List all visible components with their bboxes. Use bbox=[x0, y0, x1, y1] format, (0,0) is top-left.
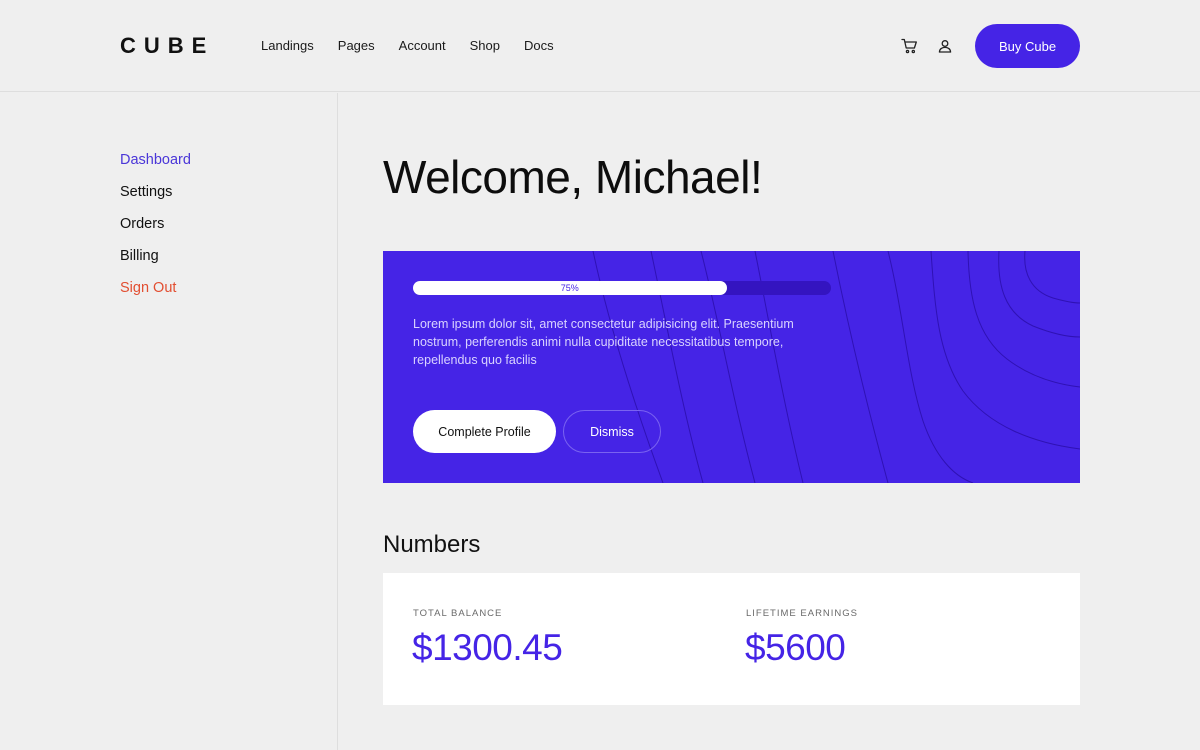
dismiss-button[interactable]: Dismiss bbox=[563, 410, 661, 453]
banner-description: Lorem ipsum dolor sit, amet consectetur … bbox=[413, 317, 794, 367]
main-nav: Landings Pages Account Shop Docs bbox=[261, 38, 578, 53]
nav-item-docs[interactable]: Docs bbox=[524, 38, 554, 53]
lifetime-earnings-label: LIFETIME EARNINGS bbox=[746, 608, 859, 619]
buy-cube-button[interactable]: Buy Cube bbox=[975, 24, 1080, 68]
total-balance-label: TOTAL BALANCE bbox=[413, 608, 503, 619]
sidebar-item-sign-out[interactable]: Sign Out bbox=[120, 280, 176, 296]
complete-profile-button[interactable]: Complete Profile bbox=[413, 410, 556, 453]
nav-item-shop[interactable]: Shop bbox=[470, 38, 500, 53]
sidebar-item-dashboard[interactable]: Dashboard bbox=[120, 152, 191, 168]
brand-logo[interactable]: CUBE bbox=[120, 33, 214, 59]
cart-icon[interactable] bbox=[899, 36, 919, 56]
nav-item-pages[interactable]: Pages bbox=[338, 38, 375, 53]
progress-label: 75% bbox=[560, 283, 579, 293]
sidebar-item-orders[interactable]: Orders bbox=[120, 216, 164, 232]
top-header: CUBE Landings Pages Account Shop Docs Bu… bbox=[0, 0, 1200, 92]
numbers-heading: Numbers bbox=[383, 531, 481, 558]
sidebar-item-billing[interactable]: Billing bbox=[120, 248, 159, 264]
nav-item-account[interactable]: Account bbox=[399, 38, 446, 53]
lifetime-earnings-value: $5600 bbox=[745, 627, 846, 668]
total-balance-value: $1300.45 bbox=[412, 627, 563, 668]
user-icon[interactable] bbox=[935, 36, 955, 56]
page-title: Welcome, Michael! bbox=[383, 151, 763, 203]
sidebar: Dashboard Settings Orders Billing Sign O… bbox=[0, 93, 338, 750]
profile-progress-bar: 75% bbox=[413, 281, 831, 295]
numbers-card: TOTAL BALANCE $1300.45 LIFETIME EARNINGS… bbox=[383, 573, 1080, 705]
profile-completion-banner: 75% Lorem ipsum dolor sit, amet consecte… bbox=[383, 251, 1080, 483]
sidebar-item-settings[interactable]: Settings bbox=[120, 184, 172, 200]
nav-item-landings[interactable]: Landings bbox=[261, 38, 314, 53]
